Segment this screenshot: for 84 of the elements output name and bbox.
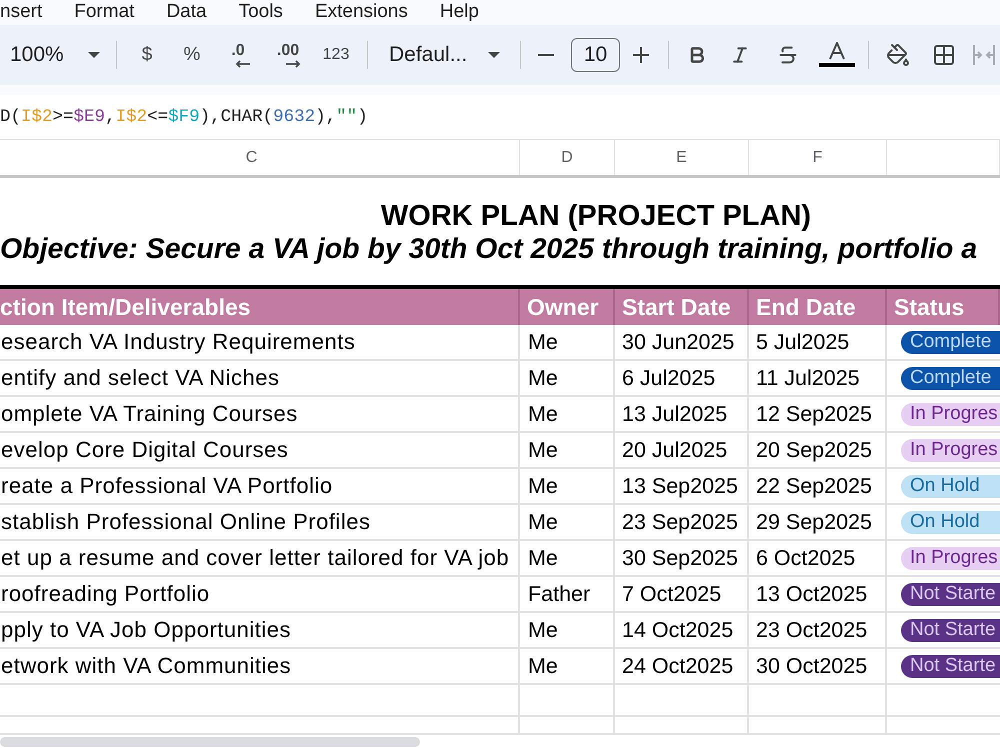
table-cell: 30 Oct2025	[749, 649, 887, 683]
font-dropdown[interactable]: Defaul...	[381, 35, 508, 75]
caret-icon	[488, 52, 500, 58]
table-cell: 29 Sep2025	[749, 505, 887, 539]
column-letter-header[interactable]: D	[520, 140, 615, 175]
merge-icon	[973, 44, 995, 66]
scrollbar-thumb[interactable]	[0, 737, 420, 747]
number-format-button[interactable]: %	[169, 35, 215, 75]
menu-item[interactable]: Format	[74, 1, 134, 23]
table-cell: entify and select VA Niches	[0, 361, 520, 395]
table-cell: reate a Professional VA Portfolio	[0, 469, 520, 503]
table-cell: Me	[520, 541, 615, 575]
table-cell: Me	[520, 613, 615, 647]
arrow-left-icon	[235, 60, 251, 68]
table-cell: Me	[520, 325, 615, 359]
minus-icon	[538, 54, 554, 56]
arrow-right-icon	[285, 60, 301, 68]
table-cell: Me	[520, 397, 615, 431]
status-chip[interactable]: Not Starte	[901, 618, 1000, 642]
table-cell: etwork with VA Communities	[0, 649, 520, 683]
column-letter-header[interactable]: C	[0, 140, 520, 175]
table-cell: 20 Jul2025	[615, 433, 749, 467]
table-cell: 22 Sep2025	[749, 469, 887, 503]
table-cell: 5 Jul2025	[749, 325, 887, 359]
grid-icon	[932, 43, 956, 67]
status-chip[interactable]: In Progres	[901, 402, 1000, 426]
table-cell: esearch VA Industry Requirements	[0, 325, 520, 359]
menu-item[interactable]: Tools	[238, 1, 283, 23]
table-cell: 11 Jul2025	[749, 361, 887, 395]
status-chip[interactable]: Complete	[901, 330, 1000, 354]
table-cell: 23 Oct2025	[749, 613, 887, 647]
table-cell: stablish Professional Online Profiles	[0, 505, 520, 539]
paint-bucket-icon	[886, 43, 910, 67]
plus-icon	[633, 47, 649, 63]
table-cell: evelop Core Digital Courses	[0, 433, 520, 467]
table-cell: Me	[520, 649, 615, 683]
table-cell: 13 Jul2025	[615, 397, 749, 431]
number-format-button[interactable]: $	[125, 35, 169, 75]
table-cell: 7 Oct2025	[615, 577, 749, 611]
table-cell: roofreading Portfolio	[0, 577, 520, 611]
table-cell: 14 Oct2025	[615, 613, 749, 647]
status-chip[interactable]: Not Starte	[901, 582, 1000, 606]
table-cell: 30 Jun2025	[615, 325, 749, 359]
objective-text: Objective: Secure a VA job by 30th Oct 2025 through training, portfolio a	[0, 233, 978, 265]
table-cell: 30 Sep2025	[615, 541, 749, 575]
table-cell: 20 Sep2025	[749, 433, 887, 467]
font-size-field[interactable]: 10	[571, 38, 620, 72]
number-format-button[interactable]: 123	[315, 35, 357, 75]
table-cell: 13 Sep2025	[615, 469, 749, 503]
menu-item[interactable]: nsert	[0, 1, 42, 23]
zoom-dropdown[interactable]: 100%	[4, 35, 108, 75]
text-color-icon	[819, 42, 855, 68]
status-chip[interactable]: On Hold	[901, 510, 1000, 534]
table-cell: 6 Jul2025	[615, 361, 749, 395]
table-cell: 24 Oct2025	[615, 649, 749, 683]
table-cell: Father	[520, 577, 615, 611]
table-cell: Me	[520, 469, 615, 503]
table-cell: omplete VA Training Courses	[0, 397, 520, 431]
table-cell: 23 Sep2025	[615, 505, 749, 539]
formula-field[interactable]: D(I$2>=$E9,I$2<=$F9),CHAR(9632),"")	[0, 95, 1000, 139]
table-cell: Me	[520, 361, 615, 395]
menu-item[interactable]: Data	[166, 1, 207, 23]
table-cell: 6 Oct2025	[749, 541, 887, 575]
table-cell: et up a resume and cover letter tailored for VA job	[0, 541, 520, 575]
increase-decimal-button[interactable]: .00	[261, 35, 315, 75]
caret-icon	[88, 52, 100, 58]
sheet-title: WORK PLAN (PROJECT PLAN)	[380, 200, 812, 232]
table-cell: Me	[520, 433, 615, 467]
status-chip[interactable]: On Hold	[901, 474, 1000, 498]
menu-item[interactable]: Help	[440, 1, 479, 23]
status-chip[interactable]: Complete	[901, 366, 1000, 390]
italic-icon	[730, 45, 750, 65]
menu-item[interactable]: Extensions	[314, 1, 408, 23]
column-letter-header[interactable]: F	[749, 140, 887, 175]
status-chip[interactable]: In Progres	[901, 438, 1000, 462]
table-cell: pply to VA Job Opportunities	[0, 613, 520, 647]
decrease-decimal-button[interactable]: .0	[215, 35, 261, 75]
column-letter-header[interactable]: E	[615, 140, 749, 175]
status-chip[interactable]: Not Starte	[901, 654, 1000, 678]
table-cell: 12 Sep2025	[749, 397, 887, 431]
strikethrough-icon	[777, 44, 799, 66]
table-cell: Me	[520, 505, 615, 539]
table-cell: 13 Oct2025	[749, 577, 887, 611]
status-chip[interactable]: In Progres	[901, 546, 1000, 570]
